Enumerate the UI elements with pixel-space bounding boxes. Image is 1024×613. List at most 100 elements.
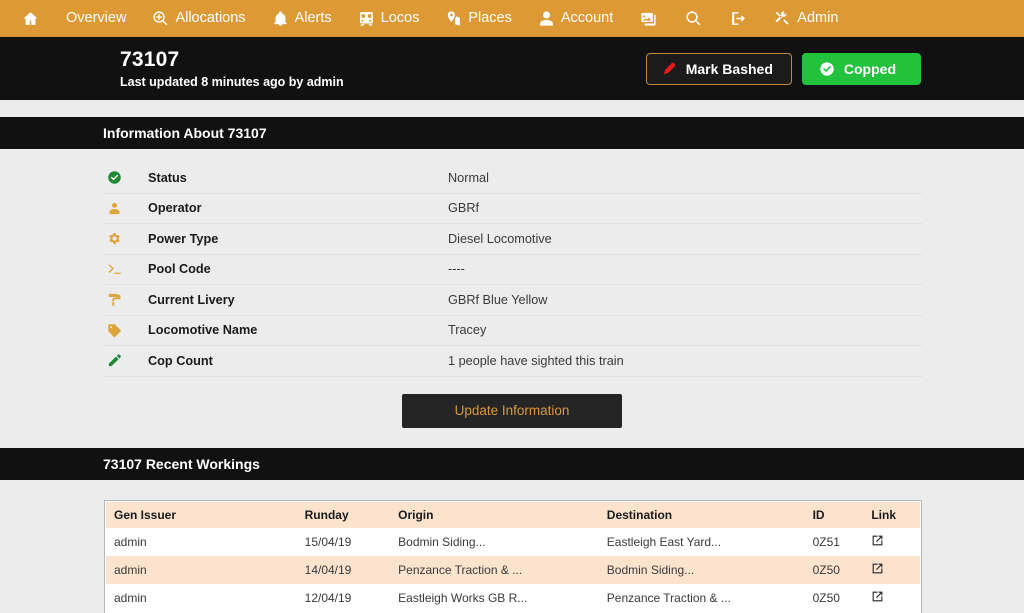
cell-id: 0Z51	[804, 527, 864, 556]
cell-link[interactable]	[863, 583, 920, 612]
user-icon	[538, 10, 555, 27]
information-list: Status Normal Operator GBRf Power Type D…	[103, 163, 922, 377]
nav-locos[interactable]: Locos	[345, 0, 433, 37]
cell-link[interactable]	[863, 527, 920, 556]
information-section-bar: Information About 73107	[0, 117, 1024, 149]
nav-home[interactable]	[8, 0, 53, 37]
nav-account[interactable]: Account	[525, 0, 626, 37]
cell-runday: 14/04/19	[296, 555, 391, 584]
cell-id: 0Z50	[804, 583, 864, 612]
update-gap	[0, 427, 1024, 448]
page-subtitle: Last updated 8 minutes ago by admin	[120, 74, 344, 89]
table-row[interactable]: admin 12/04/19 Eastleigh Works GB R... P…	[106, 583, 920, 612]
tools-icon	[774, 10, 791, 27]
nav-admin[interactable]: Admin	[761, 0, 851, 37]
info-label-operator: Operator	[148, 201, 202, 216]
cell-runday: 15/04/19	[296, 527, 391, 556]
page-title: 73107	[120, 47, 180, 71]
column-header-runday[interactable]: Runday	[296, 501, 391, 528]
paint-roller-icon	[103, 292, 148, 307]
update-information-button[interactable]: Update Information	[402, 393, 622, 428]
info-value-current-livery: GBRf Blue Yellow	[448, 292, 548, 307]
information-panel: Status Normal Operator GBRf Power Type D…	[0, 149, 1024, 448]
table-row[interactable]: admin 15/04/19 Bodmin Siding... Eastleig…	[106, 527, 920, 556]
nav-places-label: Places	[468, 9, 512, 26]
info-value-pool-code: ----	[448, 262, 465, 277]
cog-icon	[103, 231, 148, 246]
workings-table-body: admin 15/04/19 Bodmin Siding... Eastleig…	[106, 527, 920, 612]
cell-origin: Penzance Traction & ...	[390, 555, 599, 584]
workings-table-box: Gen Issuer Runday Origin Destination ID …	[104, 499, 922, 613]
info-label-pool-code: Pool Code	[148, 262, 211, 277]
column-header-link[interactable]: Link	[863, 501, 920, 528]
nav-gallery[interactable]	[626, 0, 671, 37]
cell-link[interactable]	[863, 555, 920, 584]
search-plus-icon	[152, 10, 169, 27]
mark-bashed-label: Mark Bashed	[685, 60, 773, 77]
nav-search[interactable]	[671, 0, 716, 37]
cell-gen-issuer[interactable]: admin	[106, 527, 297, 556]
nav-allocations[interactable]: Allocations	[139, 0, 258, 37]
nav-alerts-label: Alerts	[294, 9, 332, 26]
user-icon	[103, 201, 148, 216]
nav-places[interactable]: Places	[432, 0, 525, 37]
nav-overview-label: Overview	[66, 9, 127, 26]
table-row[interactable]: admin 14/04/19 Penzance Traction & ... B…	[106, 555, 920, 584]
map-marker-icon	[445, 10, 462, 27]
page-header-actions: Mark Bashed Copped	[645, 52, 921, 85]
info-row-current-livery: Current Livery GBRf Blue Yellow	[103, 285, 922, 316]
external-link-icon[interactable]	[871, 590, 884, 603]
search-icon	[685, 10, 702, 27]
column-header-destination[interactable]: Destination	[598, 501, 805, 528]
cell-destination: Penzance Traction & ...	[598, 583, 805, 612]
info-value-status: Normal	[448, 170, 489, 185]
marker-icon	[661, 61, 677, 77]
home-icon	[22, 10, 39, 27]
info-value-locomotive-name: Tracey	[448, 323, 487, 338]
external-link-icon[interactable]	[871, 562, 884, 575]
info-row-pool-code: Pool Code ----	[103, 255, 922, 285]
info-label-status: Status	[148, 170, 187, 185]
external-link-icon[interactable]	[871, 534, 884, 547]
info-label-current-livery: Current Livery	[148, 292, 235, 307]
page-header: 73107 Last updated 8 minutes ago by admi…	[0, 37, 1024, 100]
column-header-origin[interactable]: Origin	[390, 501, 599, 528]
images-icon	[640, 10, 657, 27]
update-button-wrapper: Update Information	[0, 376, 1024, 428]
cell-origin: Eastleigh Works GB R...	[390, 583, 599, 612]
info-value-power-type: Diesel Locomotive	[448, 231, 552, 246]
workings-section-title: 73107 Recent Workings	[103, 455, 260, 472]
info-row-locomotive-name: Locomotive Name Tracey	[103, 316, 922, 346]
nav-alerts[interactable]: Alerts	[259, 0, 345, 37]
nav-admin-label: Admin	[797, 9, 839, 26]
copped-label: Copped	[843, 60, 896, 77]
workings-panel: Gen Issuer Runday Origin Destination ID …	[0, 479, 1024, 613]
train-icon	[358, 10, 375, 27]
info-value-operator: GBRf	[448, 201, 480, 216]
column-header-gen-issuer[interactable]: Gen Issuer	[106, 501, 297, 528]
tag-icon	[103, 323, 148, 338]
header-gap	[0, 100, 1024, 117]
pen-icon	[103, 353, 148, 368]
nav-logout[interactable]	[716, 0, 761, 37]
mark-bashed-button[interactable]: Mark Bashed	[645, 52, 792, 85]
cell-gen-issuer[interactable]: admin	[106, 583, 297, 612]
copped-button[interactable]: Copped	[801, 52, 921, 85]
info-row-cop-count: Cop Count 1 people have sighted this tra…	[103, 346, 922, 377]
cell-destination: Bodmin Siding...	[598, 555, 805, 584]
sign-out-icon	[730, 10, 747, 27]
bell-icon	[272, 10, 289, 27]
cell-origin: Bodmin Siding...	[390, 527, 599, 556]
nav-overview[interactable]: Overview	[53, 0, 139, 37]
workings-section-bar: 73107 Recent Workings	[0, 447, 1024, 480]
top-navbar: Overview Allocations Alerts Locos Places…	[0, 0, 1024, 37]
column-header-id[interactable]: ID	[804, 501, 864, 528]
info-row-operator: Operator GBRf	[103, 194, 922, 224]
check-circle-icon	[103, 170, 148, 185]
info-label-power-type: Power Type	[148, 231, 219, 246]
info-value-cop-count: 1 people have sighted this train	[448, 353, 624, 368]
info-label-cop-count: Cop Count	[148, 353, 213, 368]
cell-gen-issuer[interactable]: admin	[106, 555, 297, 584]
cell-runday: 12/04/19	[296, 583, 391, 612]
nav-locos-label: Locos	[380, 9, 420, 26]
